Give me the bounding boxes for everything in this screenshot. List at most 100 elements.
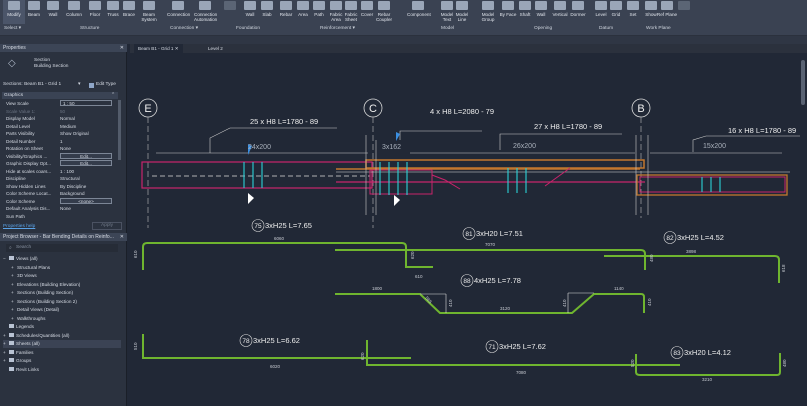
property-name: Display Model bbox=[6, 116, 35, 121]
property-row[interactable]: Detail Number 1 bbox=[3, 138, 115, 145]
chevron-down-icon[interactable]: ▾ bbox=[78, 81, 80, 89]
property-name: Show Hidden Lines bbox=[6, 183, 46, 189]
ref-plane-icon bbox=[661, 1, 673, 10]
view-tab[interactable]: Level 2 bbox=[204, 44, 227, 53]
property-value[interactable]: Edit... bbox=[60, 152, 112, 159]
apply-button[interactable]: Apply bbox=[92, 222, 122, 230]
view-tab[interactable]: Beam B1 - Grid 1 ✕ bbox=[134, 44, 183, 53]
ribbon-group-label[interactable]: Connection ▾ bbox=[170, 26, 198, 31]
property-row[interactable]: Sun Path bbox=[3, 213, 115, 220]
properties-help-link[interactable]: Properties help bbox=[3, 224, 35, 229]
rebar-tag[interactable]: 25 x H8 L=1780 - 89 bbox=[250, 117, 318, 126]
wall-foundation-icon bbox=[244, 1, 256, 10]
browser-item[interactable]: + Walkthroughs bbox=[11, 315, 45, 323]
drawing-canvas[interactable]: E C B 25 x H8 L=1780 - 89 4 x H8 L=2080 … bbox=[130, 53, 807, 406]
tool-label: Rebar Coupler bbox=[375, 12, 393, 22]
type-selector[interactable]: Section Building Section bbox=[34, 58, 68, 70]
property-row[interactable]: Hide at scales coars... 1 : 100 bbox=[3, 168, 115, 175]
property-value[interactable]: 1 : 50 bbox=[60, 100, 112, 106]
edit-type-button[interactable]: Edit Type bbox=[96, 81, 116, 89]
ribbon-group-label[interactable]: Foundation bbox=[236, 26, 260, 31]
browser-item[interactable]: + Families bbox=[3, 349, 33, 357]
property-row[interactable]: Discipline Structural bbox=[3, 175, 115, 182]
collapse-icon[interactable]: ⌃ bbox=[111, 92, 115, 99]
browser-item[interactable]: Legends bbox=[3, 323, 34, 331]
property-value: By Discipline bbox=[60, 183, 87, 189]
tool-label: Connection bbox=[167, 12, 191, 17]
browser-item[interactable]: + Groups bbox=[3, 357, 31, 365]
close-icon[interactable]: ✕ bbox=[175, 46, 179, 51]
rebar-tag[interactable]: 27 x H8 L=1780 - 89 bbox=[534, 122, 602, 131]
property-row[interactable]: Color Scheme <none> bbox=[3, 197, 115, 205]
by-face-icon bbox=[502, 1, 514, 10]
browser-item[interactable]: + Schedules/Quantities (all) bbox=[3, 332, 69, 340]
property-row[interactable]: Graphic Display Opt... Edit... bbox=[3, 160, 115, 167]
canvas-scrollbar[interactable] bbox=[801, 60, 805, 105]
ribbon-tool-wall[interactable]: Wall bbox=[42, 0, 64, 24]
browser-item[interactable]: + Detail Views (Detail) bbox=[11, 306, 59, 314]
close-icon[interactable]: ✕ bbox=[120, 233, 124, 241]
ribbon-tool-rebar-coupler[interactable]: Rebar Coupler bbox=[373, 0, 395, 24]
property-value[interactable]: <none> bbox=[60, 197, 112, 204]
dimension-text: 510 bbox=[133, 342, 138, 350]
tool-label: Brace bbox=[122, 12, 135, 17]
ribbon-tool-component[interactable]: Component bbox=[407, 0, 431, 24]
ribbon-group-label[interactable]: Opening bbox=[534, 26, 552, 31]
browser-item[interactable]: Revit Links bbox=[3, 366, 39, 374]
property-row[interactable]: Default Analysis Dis... None bbox=[3, 205, 115, 212]
property-row[interactable]: Visibility/Graphics ... Edit... bbox=[3, 152, 115, 160]
tool-label: Component bbox=[407, 12, 431, 17]
ribbon-tool-modify[interactable]: Modify bbox=[3, 0, 25, 24]
property-row[interactable]: Color Scheme Locat... Background bbox=[3, 190, 115, 197]
ribbon-group-label[interactable]: Structure bbox=[80, 26, 99, 31]
tool-label: Wall bbox=[48, 12, 58, 17]
property-name: Color Scheme Locat... bbox=[6, 191, 52, 196]
wall-icon bbox=[47, 1, 59, 10]
property-row[interactable]: Rotation on Sheet None bbox=[3, 145, 115, 152]
graphics-category[interactable]: Graphics ⌃ bbox=[2, 92, 118, 99]
property-row[interactable]: Display Model Normal bbox=[3, 115, 115, 122]
browser-item[interactable]: + Elevations (Building Elevation) bbox=[11, 281, 80, 289]
ribbon-group-label[interactable]: Work Plane bbox=[646, 26, 671, 31]
property-value[interactable]: Edit... bbox=[60, 160, 112, 166]
dimension-text: 3898 bbox=[686, 249, 697, 254]
bar-description: 3xH20 L=7.51 bbox=[476, 229, 523, 238]
properties-scrollbar[interactable] bbox=[118, 100, 121, 160]
search-icon: ⌕ bbox=[9, 245, 12, 251]
ribbon-tool-brace[interactable]: Brace bbox=[118, 0, 140, 24]
ribbon-group-label[interactable]: Reinforcement ▾ bbox=[320, 26, 355, 31]
edit-type-icon bbox=[89, 82, 94, 88]
ribbon-group-label[interactable]: Datum bbox=[599, 26, 613, 31]
instance-filter-dropdown[interactable]: Sections: Beam B1 - Grid 1 bbox=[3, 82, 61, 87]
rebar-tag[interactable]: 16 x H8 L=1780 - 89 bbox=[728, 126, 796, 135]
ribbon-group-label[interactable]: Model bbox=[441, 26, 454, 31]
rebar-tag[interactable]: 4 x H8 L=2080 - 79 bbox=[430, 107, 494, 116]
ribbon-tool-connection[interactable]: Connection bbox=[167, 0, 191, 24]
ribbon-tool-model-line[interactable]: Model Line bbox=[451, 0, 473, 24]
browser-item[interactable]: +3D Views bbox=[11, 272, 37, 280]
property-row[interactable]: View Scale 1 : 50 bbox=[3, 100, 115, 107]
browser-search-input[interactable]: Search bbox=[6, 244, 118, 252]
ribbon-tool-column[interactable]: Column bbox=[63, 0, 85, 24]
tool-label: Cover bbox=[360, 12, 374, 17]
browser-item[interactable]: + Sheets (all) bbox=[3, 340, 121, 348]
ribbon-tool-dormer[interactable]: Dormer bbox=[567, 0, 589, 24]
property-row[interactable]: Parts Visibility Show Original bbox=[3, 130, 115, 137]
properties-title: Properties bbox=[3, 45, 26, 51]
browser-item[interactable]: + Sections (Building Section 2) bbox=[11, 298, 77, 306]
browser-item[interactable]: − Views (all) bbox=[3, 255, 38, 263]
browser-item[interactable]: + Structural Plans bbox=[11, 264, 50, 272]
browser-item[interactable]: + Sections (Building Section) bbox=[11, 289, 73, 297]
ribbon-tool-connection-automation[interactable]: Connection Automation bbox=[194, 0, 217, 24]
property-row[interactable]: Show Hidden Lines By Discipline bbox=[3, 183, 115, 190]
category-label: Graphics bbox=[4, 93, 24, 98]
ribbon-group-label[interactable]: Select ▾ bbox=[4, 26, 21, 31]
vertical-opening-icon bbox=[554, 1, 566, 10]
ribbon-tool-model-group[interactable]: Model Group bbox=[477, 0, 499, 24]
property-row[interactable]: Scale Value 1: 50 bbox=[3, 108, 115, 115]
ribbon-tool-beam-system[interactable]: Beam System bbox=[138, 0, 160, 24]
property-row[interactable]: Detail Level Medium bbox=[3, 123, 115, 130]
floor-icon bbox=[89, 1, 101, 10]
dimension-text: 410 bbox=[647, 298, 652, 306]
close-icon[interactable]: ✕ bbox=[120, 44, 124, 52]
